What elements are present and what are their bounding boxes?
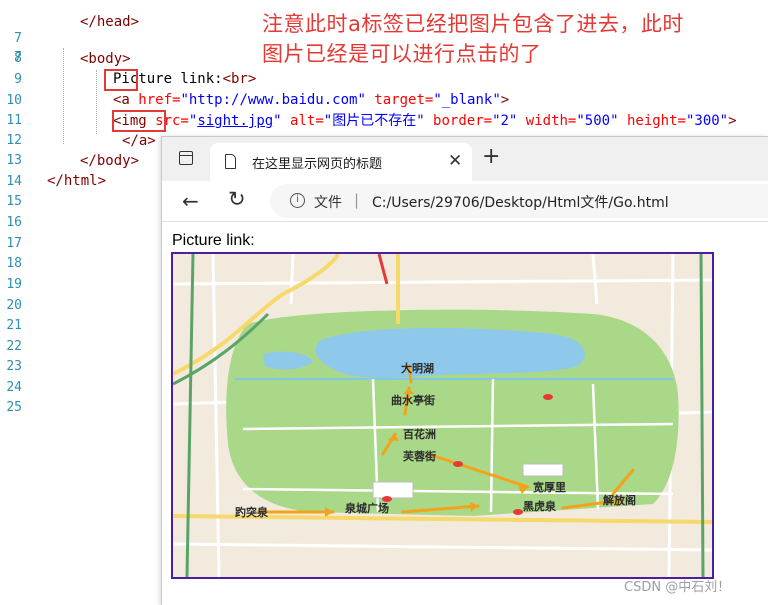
a-open-highlight <box>104 69 138 91</box>
address-bar[interactable]: i 文件 | C:/Users/29706/Desktop/Html文件/Go.… <box>270 184 768 218</box>
code-line-6: </head> <box>0 0 139 30</box>
browser-tab[interactable]: 在这里显示网页的标题 ✕ <box>210 143 472 181</box>
map-label-daminghu: 大明湖 <box>401 361 434 375</box>
url-text[interactable]: C:/Users/29706/Desktop/Html文件/Go.html <box>372 192 669 212</box>
line-number: 17 <box>6 236 22 251</box>
line-number: 16 <box>6 215 22 230</box>
map-label-qushuiting: 曲水亭街 <box>391 393 435 407</box>
br-tag: <br> <box>222 71 257 87</box>
head-close-tag: </head> <box>80 14 140 30</box>
browser-window: 在这里显示网页的标题 ✕ + ← ↻ i 文件 | C:/Users/29706… <box>161 136 768 605</box>
map-image: 大明湖 曲水亭街 百花洲 芙蓉街 宽厚里 解放阁 趵突泉 泉城广场 黑虎泉 <box>173 254 712 577</box>
src-link[interactable]: sight.jpg <box>197 113 273 129</box>
line-number: 25 <box>6 400 22 415</box>
body-open-tag: <body> <box>80 51 131 67</box>
html-close-tag: </html> <box>47 173 107 189</box>
code-line-12: </a> <box>0 111 156 149</box>
target-value: "_blank" <box>433 92 501 108</box>
line-number: 18 <box>6 256 22 271</box>
reload-icon[interactable]: ↻ <box>228 187 246 211</box>
csdn-watermark: CSDN @中石刘！ <box>624 580 731 595</box>
annotation-line-1: 注意此时a标签已经把图片包含了进去，此时 <box>262 12 684 36</box>
tab-bar: 在这里显示网页的标题 ✕ + <box>162 137 768 181</box>
map-label-kuanhouli: 宽厚里 <box>532 480 566 494</box>
indent-guide <box>96 70 97 134</box>
a-close-tag: </a> <box>122 133 156 149</box>
body-close-tag: </body> <box>80 153 140 169</box>
a-open-tag: <a <box>113 92 130 108</box>
line-number: 21 <box>6 318 22 333</box>
code-line-8: <body> <box>0 29 131 67</box>
map-label-jiefangge: 解放阁 <box>603 493 636 507</box>
browser-toolbar: ← ↻ i 文件 | C:/Users/29706/Desktop/Html文件… <box>162 181 768 222</box>
line-number: 20 <box>6 298 22 313</box>
tab-title: 在这里显示网页的标题 <box>252 157 383 172</box>
line-number: 23 <box>6 359 22 374</box>
map-label-baihuazhou: 百花洲 <box>403 427 436 441</box>
page-content: Picture link: 大明湖 曲水亭街 百花洲 芙蓉街 宽厚里 解放阁 趵… <box>162 222 768 605</box>
annotation-line-2: 图片已经是可以进行点击的了 <box>262 42 542 66</box>
map-label-heihu: 黑虎泉 <box>523 499 557 513</box>
alt-value: "图片已不存在" <box>323 113 425 129</box>
file-label: 文件 <box>314 195 342 211</box>
map-label-quancheng: 泉城广场 <box>344 501 389 515</box>
back-arrow-icon[interactable]: ← <box>182 189 199 213</box>
tab-actions-icon[interactable] <box>179 151 193 165</box>
address-separator: | <box>354 191 360 209</box>
line-number: 19 <box>6 277 22 292</box>
close-tab-icon[interactable]: ✕ <box>448 151 462 171</box>
map-label-baotu: 趵突泉 <box>235 505 269 519</box>
page-icon <box>225 154 236 169</box>
map-image-link[interactable]: 大明湖 曲水亭街 百花洲 芙蓉街 宽厚里 解放阁 趵突泉 泉城广场 黑虎泉 <box>171 252 714 579</box>
code-line-9: Picture link:<br> <box>0 49 256 87</box>
code-line-11: <img src="sight.jpg" alt="图片已不存在" border… <box>113 113 737 129</box>
code-line-14: </html> <box>0 151 106 189</box>
new-tab-icon[interactable]: + <box>482 146 500 168</box>
map-label-furong: 芙蓉街 <box>402 449 436 463</box>
info-icon[interactable]: i <box>290 193 305 208</box>
code-line-13: </body> <box>0 131 139 169</box>
line-number: 24 <box>6 380 22 395</box>
indent-guide <box>63 48 64 144</box>
line-number: 22 <box>6 339 22 354</box>
picture-link-label: Picture link: <box>172 232 255 249</box>
code-line-10: <a href="http://www.baidu.com" target="_… <box>113 92 510 108</box>
a-close-highlight <box>112 110 166 132</box>
href-value: "http://www.baidu.com" <box>180 92 366 108</box>
